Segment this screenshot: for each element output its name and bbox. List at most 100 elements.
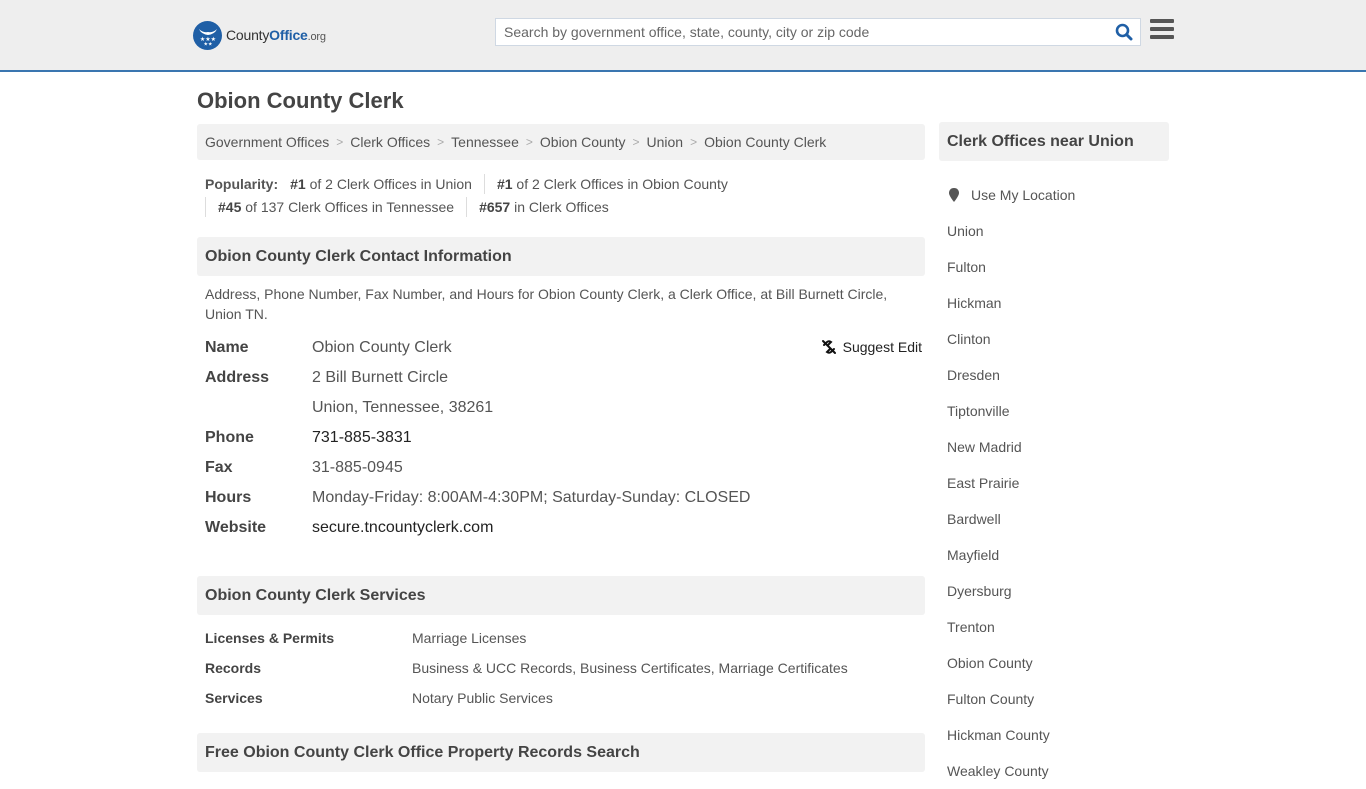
nearby-office-item: East Prairie (947, 465, 1167, 501)
nearby-office-link[interactable]: Clinton (947, 331, 991, 347)
property-records-heading: Free Obion County Clerk Office Property … (197, 733, 925, 772)
services-row: Records Business & UCC Records, Business… (205, 660, 848, 676)
logo-text: CountyOffice.org (226, 27, 326, 43)
breadcrumb-obion-county[interactable]: Obion County (540, 134, 626, 150)
nearby-office-item: Bardwell (947, 501, 1167, 537)
address-line-2: Union, Tennessee, 38261 (312, 399, 494, 416)
contact-row-website: Website secure.tncountyclerk.com (205, 519, 494, 536)
map-pin-icon (949, 188, 959, 202)
breadcrumb: Government Offices > Clerk Offices > Ten… (197, 124, 925, 160)
popularity-rank-national: #657 in Clerk Offices (479, 198, 609, 215)
suggest-edit: Suggest Edit (821, 339, 922, 355)
popularity-row: #45 of 137 Clerk Offices in Tennessee #6… (205, 195, 925, 218)
contact-row-hours: Hours Monday-Friday: 8:00AM-4:30PM; Satu… (205, 489, 751, 506)
contact-details: Suggest Edit Name Obion County Clerk Add… (205, 333, 925, 543)
services-row: Services Notary Public Services (205, 690, 553, 706)
phone-link[interactable]: 731-885-3831 (312, 429, 412, 446)
nearby-office-item: Dyersburg (947, 573, 1167, 609)
search-bar (495, 18, 1141, 46)
search-icon (1115, 23, 1133, 41)
breadcrumb-government-offices[interactable]: Government Offices (205, 134, 329, 150)
divider (466, 196, 468, 217)
popularity-label: Popularity: (205, 175, 279, 192)
breadcrumb-separator: > (632, 135, 640, 149)
breadcrumb-separator: > (336, 135, 344, 149)
contact-row-name: Name Obion County Clerk (205, 339, 452, 356)
suggest-edit-link[interactable]: Suggest Edit (843, 339, 922, 355)
breadcrumb-separator: > (525, 135, 533, 149)
nearby-office-item: Dresden (947, 357, 1167, 393)
nearby-office-link[interactable]: Fulton (947, 259, 986, 275)
search-input[interactable] (496, 19, 1108, 45)
nearby-office-item: Hickman (947, 285, 1167, 321)
site-header: ★★★ ★★ CountyOffice.org (0, 0, 1366, 72)
breadcrumb-clerk-offices[interactable]: Clerk Offices (350, 134, 430, 150)
contact-row-phone: Phone 731-885-3831 (205, 429, 412, 446)
divider (483, 173, 485, 194)
nearby-office-item: Obion County (947, 645, 1167, 681)
popularity-rank-state: #45 of 137 Clerk Offices in Tennessee (218, 198, 455, 215)
hamburger-menu-button[interactable] (1150, 19, 1174, 43)
nearby-office-link[interactable]: Dresden (947, 367, 1000, 383)
nearby-office-link[interactable]: Dyersburg (947, 583, 1012, 599)
nearby-office-item: Fulton (947, 249, 1167, 285)
logo-link[interactable]: ★★★ ★★ CountyOffice.org (193, 20, 326, 50)
nearby-office-item: Hickman County (947, 717, 1167, 753)
nearby-office-item: New Madrid (947, 429, 1167, 465)
logo-eagle-icon: ★★★ ★★ (193, 20, 222, 50)
breadcrumb-tennessee[interactable]: Tennessee (451, 134, 519, 150)
nearby-office-item: Tiptonville (947, 393, 1167, 429)
hours-value: Monday-Friday: 8:00AM-4:30PM; Saturday-S… (312, 489, 751, 506)
page-title: Obion County Clerk (197, 88, 404, 113)
menu-icon-bar (1150, 19, 1174, 23)
popularity: Popularity: #1 of 2 Clerk Offices in Uni… (205, 172, 925, 218)
nearby-office-link[interactable]: Fulton County (947, 691, 1034, 707)
use-my-location-link[interactable]: Use My Location (971, 187, 1075, 203)
nearby-office-link[interactable]: Mayfield (947, 547, 999, 563)
nearby-office-link[interactable]: Tiptonville (947, 403, 1010, 419)
broken-link-icon (821, 340, 836, 354)
contact-section-heading: Obion County Clerk Contact Information (197, 237, 925, 276)
nearby-office-link[interactable]: Bardwell (947, 511, 1001, 527)
nearby-office-link[interactable]: Obion County (947, 655, 1033, 671)
nearby-office-item: Weakley County (947, 753, 1167, 789)
contact-row-address: Address 2 Bill Burnett Circle (205, 369, 449, 386)
services-section-heading: Obion County Clerk Services (197, 576, 925, 615)
nearby-offices-list: Use My Location Union Fulton Hickman Cli… (947, 177, 1167, 789)
sidebar-heading: Clerk Offices near Union (939, 122, 1169, 161)
divider (205, 196, 206, 217)
website-link[interactable]: secure.tncountyclerk.com (312, 519, 493, 536)
breadcrumb-union[interactable]: Union (647, 134, 684, 150)
menu-icon-bar (1150, 27, 1174, 31)
nearby-office-link[interactable]: Hickman (947, 295, 1001, 311)
nearby-office-link[interactable]: New Madrid (947, 439, 1022, 455)
menu-icon-bar (1150, 35, 1174, 39)
nearby-office-link[interactable]: Hickman County (947, 727, 1050, 743)
breadcrumb-separator: > (690, 135, 698, 149)
popularity-rank-union: #1 of 2 Clerk Offices in Union (290, 175, 472, 192)
nearby-office-link[interactable]: Trenton (947, 619, 995, 635)
office-name: Obion County Clerk (312, 339, 452, 356)
nearby-office-item: Fulton County (947, 681, 1167, 717)
address-line-1: 2 Bill Burnett Circle (312, 369, 449, 386)
nearby-office-item: Clinton (947, 321, 1167, 357)
nearby-office-item: Mayfield (947, 537, 1167, 573)
nearby-office-link[interactable]: Union (947, 223, 984, 239)
popularity-rank-county: #1 of 2 Clerk Offices in Obion County (496, 175, 728, 192)
contact-row-address-2: Union, Tennessee, 38261 (205, 393, 925, 423)
svg-text:★★: ★★ (203, 42, 212, 47)
popularity-row: Popularity: #1 of 2 Clerk Offices in Uni… (205, 172, 925, 195)
contact-row-fax: Fax 31-885-0945 (205, 459, 403, 476)
breadcrumb-separator: > (437, 135, 445, 149)
fax-number: 31-885-0945 (312, 459, 403, 476)
services-row: Licenses & Permits Marriage Licenses (205, 630, 527, 646)
nearby-office-item: Trenton (947, 609, 1167, 645)
search-button[interactable] (1108, 19, 1140, 45)
breadcrumb-current: Obion County Clerk (704, 134, 827, 150)
use-my-location: Use My Location (947, 177, 1167, 213)
nearby-office-link[interactable]: East Prairie (947, 475, 1019, 491)
nearby-office-item: Union (947, 213, 1167, 249)
contact-description: Address, Phone Number, Fax Number, and H… (205, 286, 888, 322)
services-table: Licenses & Permits Marriage Licenses Rec… (205, 623, 925, 713)
nearby-office-link[interactable]: Weakley County (947, 763, 1049, 779)
